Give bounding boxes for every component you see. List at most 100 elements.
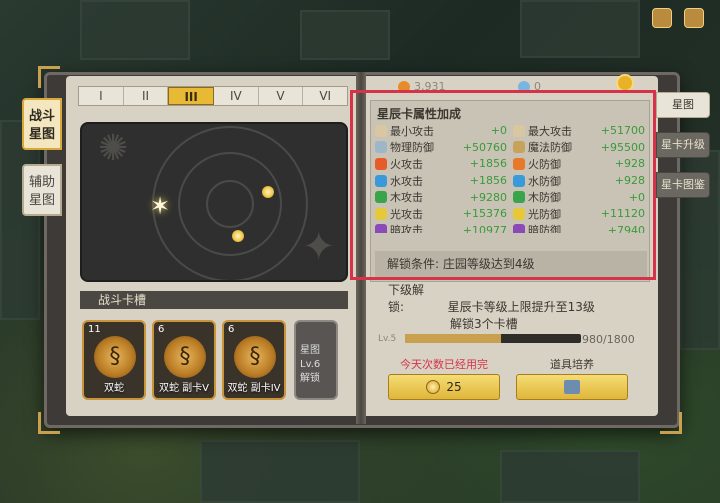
attribute-row: 魔法防御 +95500 — [513, 140, 647, 156]
attribute-icon — [513, 174, 525, 187]
card-name: 双蛇 — [104, 383, 124, 394]
background-tile — [80, 0, 190, 60]
star-map[interactable]: ✶ ✦ ✺ — [80, 122, 348, 282]
card-level: 6 — [228, 324, 235, 335]
next-unlock-label: 下级解锁: — [388, 283, 425, 314]
tab-support-starmap[interactable]: 辅助 星图 — [22, 164, 62, 216]
tab-roman-4[interactable]: IV — [214, 87, 259, 105]
attribute-icon — [513, 141, 525, 154]
corner-ornament — [38, 66, 60, 88]
attribute-row: 火攻击 +1856 — [375, 156, 509, 172]
attribute-icon — [375, 141, 387, 154]
tab-label: 战斗 — [28, 109, 55, 124]
attribute-value: +1856 — [469, 174, 507, 188]
background-tile — [300, 10, 390, 60]
attribute-row: 水攻击 +1856 — [375, 173, 509, 189]
corner-ornament — [38, 412, 60, 434]
tab-roman-6[interactable]: VI — [303, 87, 347, 105]
attribute-icon — [375, 224, 387, 233]
attribute-title: 星辰卡属性加成 — [377, 107, 462, 121]
attribute-value: +51700 — [600, 124, 645, 138]
attribute-row: 光防御 +11120 — [513, 206, 647, 222]
attribute-name: 木防御 — [528, 191, 561, 205]
twin-snake-icon: § — [94, 336, 136, 378]
attribute-icon — [513, 207, 525, 220]
attribute-value: +9280 — [469, 190, 507, 204]
locked-text-line: 星图Lv.6 — [300, 345, 321, 370]
tab-star-card-upgrade[interactable]: 星卡升级 — [656, 132, 710, 158]
card-slot[interactable]: 11 § 双蛇 — [82, 320, 146, 400]
upgrade-button[interactable]: 25 — [388, 374, 500, 400]
attribute-name: 光防御 — [528, 207, 561, 221]
attribute-icon — [375, 157, 387, 170]
tab-label: 星图 — [28, 127, 55, 142]
chest-icon[interactable] — [652, 8, 672, 28]
tab-starmap[interactable]: 星图 — [656, 92, 710, 118]
corner-ornament — [660, 412, 682, 434]
attribute-name: 暗攻击 — [390, 224, 423, 233]
attribute-value: +928 — [614, 174, 645, 188]
attribute-value: +0 — [490, 124, 507, 138]
attribute-name: 魔法防御 — [528, 141, 572, 155]
card-level: 6 — [158, 324, 165, 335]
gem-icon — [518, 80, 530, 93]
level-progress-bar — [405, 334, 581, 343]
background-tile — [520, 0, 640, 58]
shop-icon[interactable] — [684, 8, 704, 28]
attribute-name: 火防御 — [528, 157, 561, 171]
card-name: 双蛇 副卡IV — [227, 383, 281, 394]
attribute-value: +11120 — [600, 207, 645, 221]
tab-label: 星图 — [28, 193, 55, 208]
unlock-condition: 解锁条件: 庄园等级达到4级 — [375, 251, 647, 277]
tab-roman-5[interactable]: V — [259, 87, 304, 105]
star-node[interactable] — [232, 230, 244, 242]
level-progress-fill — [405, 334, 501, 343]
item-train-caption: 道具培养 — [550, 358, 594, 371]
upgrade-cost: 25 — [446, 380, 462, 394]
locked-text: 星图Lv.6 解锁 — [300, 344, 336, 386]
coin-icon — [398, 80, 410, 93]
next-unlock: 下级解锁: 星辰卡等级上限提升至13级 解锁3个卡槽 — [388, 282, 595, 333]
attribute-icon — [375, 191, 387, 204]
attribute-panel: 星辰卡属性加成 最小攻击 +0 最大攻击 +51700 物理防御 +50760 魔法防御 +9… — [370, 100, 650, 282]
attribute-icon — [375, 174, 387, 187]
tab-star-card-codex[interactable]: 星卡图鉴 — [656, 172, 710, 198]
attribute-row: 木攻击 +9280 — [375, 189, 509, 205]
starmap-page-tabs: I II III IV V VI — [78, 86, 348, 106]
hint-icon[interactable] — [616, 74, 634, 92]
tab-roman-1[interactable]: I — [79, 87, 124, 105]
tab-battle-starmap[interactable]: 战斗 星图 — [22, 98, 62, 150]
attribute-value: +928 — [614, 157, 645, 171]
attribute-value: +10977 — [462, 223, 507, 233]
attribute-name: 物理防御 — [390, 141, 434, 155]
attribute-icon — [513, 157, 525, 170]
star-node[interactable] — [262, 186, 274, 198]
map-ring — [206, 180, 254, 228]
gem-value: 0 — [534, 80, 541, 93]
next-unlock-line2: 解锁3个卡槽 — [450, 317, 518, 331]
attribute-row: 最大攻击 +51700 — [513, 123, 647, 139]
star-node-main[interactable]: ✶ — [150, 192, 170, 220]
attribute-icon — [375, 207, 387, 220]
battle-slot-title: 战斗卡槽 — [80, 291, 348, 309]
attribute-name: 最小攻击 — [390, 124, 434, 138]
tab-roman-3[interactable]: III — [168, 87, 215, 105]
attribute-icon — [513, 224, 525, 233]
attribute-row: 暗防御 +7940 — [513, 223, 647, 233]
attribute-grid: 最小攻击 +0 最大攻击 +51700 物理防御 +50760 魔法防御 +95500 火攻击 +… — [375, 123, 647, 233]
attribute-row: 光攻击 +15376 — [375, 206, 509, 222]
card-level: 11 — [88, 324, 101, 335]
attribute-icon — [375, 124, 387, 137]
locked-card-slot[interactable]: 星图Lv.6 解锁 — [294, 320, 338, 400]
background-tile — [200, 440, 360, 503]
card-slot[interactable]: 6 § 双蛇 副卡V — [152, 320, 216, 400]
item-train-button[interactable] — [516, 374, 628, 400]
background-tile — [0, 120, 40, 320]
coin-icon — [426, 380, 441, 394]
card-slot[interactable]: 6 § 双蛇 副卡IV — [222, 320, 286, 400]
twin-snake-icon: § — [234, 336, 276, 378]
tab-roman-2[interactable]: II — [124, 87, 169, 105]
attribute-name: 木攻击 — [390, 191, 423, 205]
attribute-row: 水防御 +928 — [513, 173, 647, 189]
attribute-row: 木防御 +0 — [513, 189, 647, 205]
